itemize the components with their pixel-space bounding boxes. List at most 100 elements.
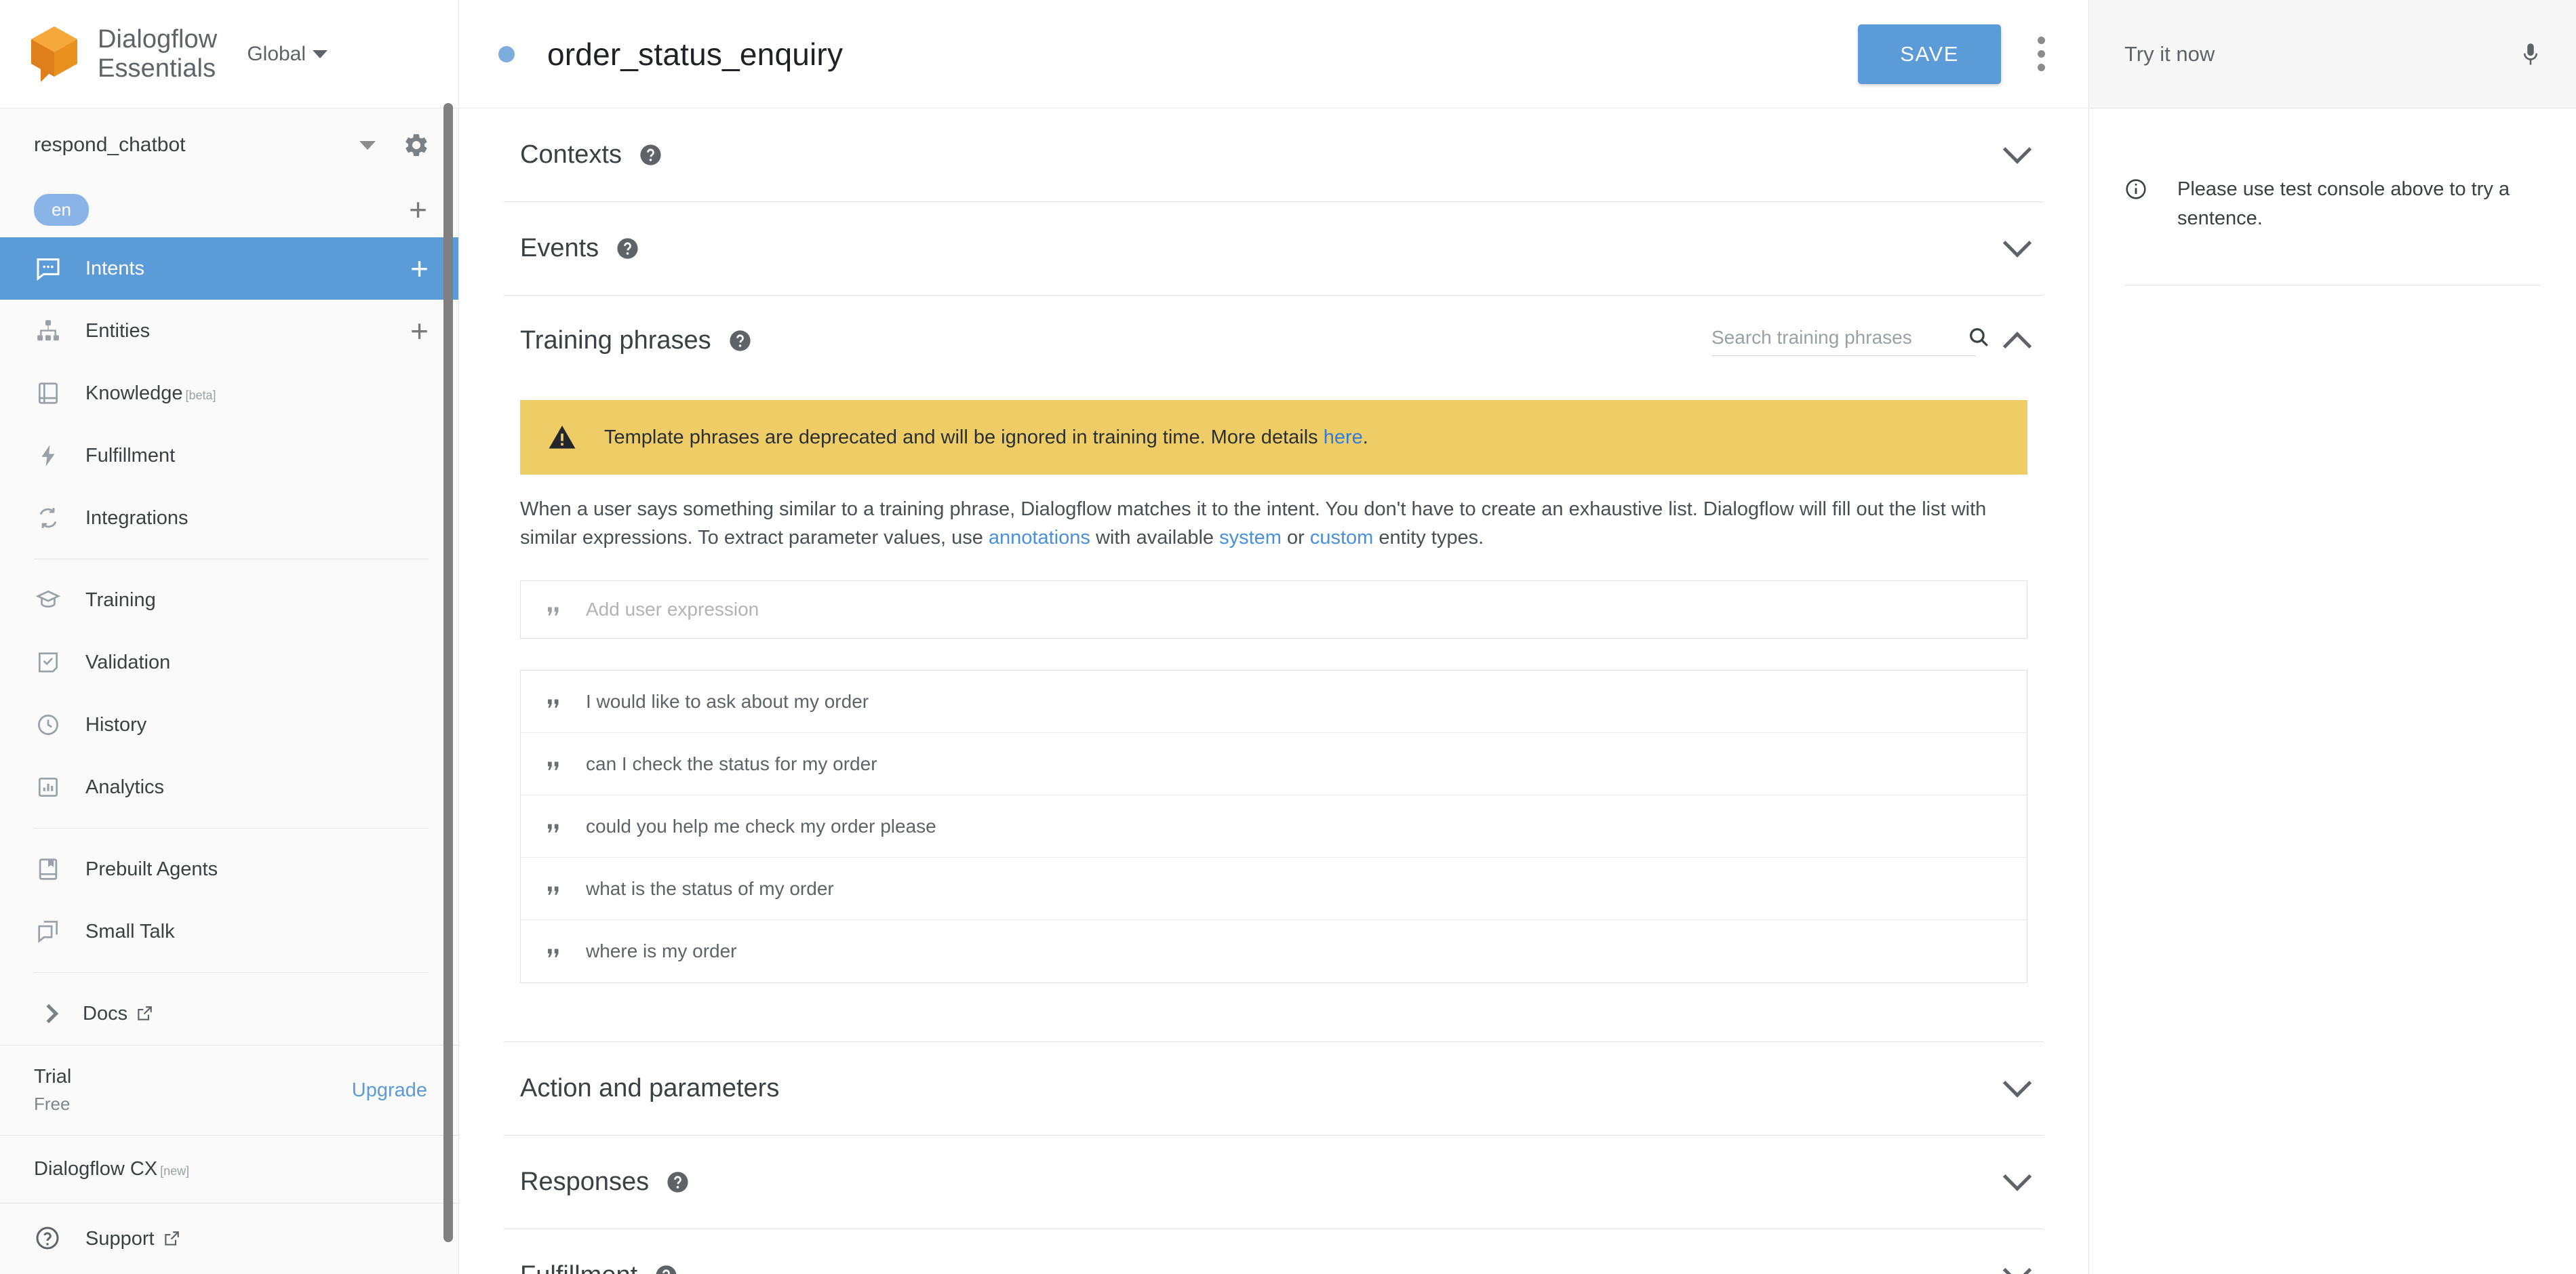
quote-icon xyxy=(544,599,566,620)
test-console-note: Please use test console above to try a s… xyxy=(2124,175,2541,233)
sidebar-item-history[interactable]: History xyxy=(0,694,458,756)
sidebar-item-analytics[interactable]: Analytics xyxy=(0,756,458,818)
gear-icon[interactable] xyxy=(403,132,430,159)
chevron-up-icon[interactable] xyxy=(2003,332,2032,360)
region-selector[interactable]: Global xyxy=(247,43,328,66)
sidebar-item-label: Knowledge xyxy=(85,382,183,405)
chevron-right-icon xyxy=(39,1004,58,1023)
sidebar-item-label: Entities xyxy=(85,320,150,342)
training-phrase-text: where is my order xyxy=(586,940,737,962)
sidebar-item-label: Integrations xyxy=(85,507,189,530)
language-chip-en[interactable]: en xyxy=(34,194,89,226)
agent-name-label: respond_chatbot xyxy=(34,134,359,157)
sidebar-item-intents[interactable]: Intents + xyxy=(0,237,458,300)
sidebar-item-label: Validation xyxy=(85,652,170,674)
table-row[interactable]: can I check the status for my order xyxy=(521,733,2027,795)
warning-triangle-icon xyxy=(547,422,577,452)
section-title: Responses xyxy=(520,1168,649,1197)
sidebar-item-fulfillment[interactable]: Fulfillment xyxy=(0,424,458,487)
sidebar-item-label: Prebuilt Agents xyxy=(85,858,218,881)
bookmark-book-icon xyxy=(34,855,62,883)
section-spacer xyxy=(504,983,2044,1041)
sidebar-item-integrations[interactable]: Integrations xyxy=(0,487,458,549)
language-bar: en + xyxy=(0,182,458,237)
external-link-icon xyxy=(136,1005,153,1022)
help-icon[interactable] xyxy=(616,237,639,260)
table-row[interactable]: I would like to ask about my order xyxy=(521,671,2027,733)
sidebar-item-label: History xyxy=(85,714,146,736)
section-responses[interactable]: Responses xyxy=(504,1135,2044,1229)
sidebar-item-label: Fulfillment xyxy=(85,445,175,467)
desc-part-2: with available xyxy=(1090,527,1219,549)
add-entity-icon[interactable]: + xyxy=(410,315,429,346)
annotations-link[interactable]: annotations xyxy=(989,527,1090,549)
training-phrase-text: could you help me check my order please xyxy=(586,816,936,837)
sidebar-item-entities[interactable]: Entities + xyxy=(0,300,458,362)
chevron-down-icon[interactable] xyxy=(2003,1162,2032,1191)
trial-title: Trial xyxy=(34,1066,352,1088)
upgrade-link[interactable]: Upgrade xyxy=(352,1079,427,1102)
table-row[interactable]: what is the status of my order xyxy=(521,858,2027,920)
sidebar-item-label: Support xyxy=(85,1228,155,1250)
try-it-now-panel: Try it now Please use test cons xyxy=(2088,0,2576,1274)
sidebar-item-label: Analytics xyxy=(85,776,164,799)
table-row[interactable]: could you help me check my order please xyxy=(521,795,2027,858)
desc-part-4: entity types. xyxy=(1373,527,1484,549)
chevron-down-icon[interactable] xyxy=(2003,1069,2032,1097)
training-phrase-text: what is the status of my order xyxy=(586,878,834,900)
chevron-down-icon[interactable] xyxy=(2003,1256,2032,1274)
sidebar-item-validation[interactable]: Validation xyxy=(0,631,458,694)
search-icon[interactable] xyxy=(1967,325,1990,349)
sidebar-item-support[interactable]: Support xyxy=(0,1203,458,1274)
intent-toolbar: order_status_enquiry SAVE xyxy=(459,0,2088,108)
try-it-now-bar[interactable]: Try it now xyxy=(2089,0,2576,108)
save-button[interactable]: SAVE xyxy=(1858,24,2001,84)
search-training-phrases xyxy=(1711,325,1976,356)
agent-selector[interactable]: respond_chatbot xyxy=(0,108,458,182)
chat-bubble-dots-icon xyxy=(34,254,62,283)
microphone-icon[interactable] xyxy=(2518,38,2543,71)
info-icon xyxy=(2124,178,2147,201)
page-title[interactable]: order_status_enquiry xyxy=(547,36,843,73)
note-text: Please use test console above to try a s… xyxy=(2177,175,2541,233)
chevron-down-icon[interactable] xyxy=(2003,135,2032,163)
deprecation-warning-banner: Template phrases are deprecated and will… xyxy=(520,400,2027,475)
sidebar-item-small-talk[interactable]: Small Talk xyxy=(0,900,458,963)
training-phrase-list: I would like to ask about my order can I… xyxy=(520,670,2027,983)
sidebar-scrollbar[interactable] xyxy=(443,103,453,1242)
sidebar-item-prebuilt-agents[interactable]: Prebuilt Agents xyxy=(0,838,458,900)
table-row[interactable]: where is my order xyxy=(521,920,2027,982)
system-entities-link[interactable]: system xyxy=(1219,527,1282,549)
section-action-and-parameters[interactable]: Action and parameters xyxy=(504,1041,2044,1135)
help-icon[interactable] xyxy=(639,144,662,166)
add-language-icon[interactable]: + xyxy=(409,194,427,225)
help-icon[interactable] xyxy=(729,330,751,352)
chevron-down-icon[interactable] xyxy=(2003,228,2032,257)
sidebar-item-dialogflow-cx[interactable]: Dialogflow CX [new] xyxy=(0,1136,458,1203)
help-icon[interactable] xyxy=(655,1265,677,1274)
section-events[interactable]: Events xyxy=(504,202,2044,296)
custom-entities-link[interactable]: custom xyxy=(1310,527,1373,549)
add-intent-icon[interactable]: + xyxy=(410,253,429,284)
sidebar-item-docs[interactable]: Docs xyxy=(0,982,458,1045)
training-description: When a user says something similar to a … xyxy=(520,495,1998,552)
intent-status-dot xyxy=(498,46,515,62)
sidebar-divider-3 xyxy=(34,972,429,973)
try-it-now-input[interactable]: Try it now xyxy=(2124,42,2518,66)
warning-details-link[interactable]: here xyxy=(1324,426,1363,448)
sidebar-item-knowledge[interactable]: Knowledge [beta] xyxy=(0,362,458,424)
section-training-phrases: Training phrases xyxy=(504,296,2044,385)
more-options-icon[interactable] xyxy=(2032,31,2050,77)
brand-header: Dialogflow Essentials Global xyxy=(0,0,458,108)
sidebar-item-training[interactable]: Training xyxy=(0,569,458,631)
section-fulfillment[interactable]: Fulfillment xyxy=(504,1229,2044,1274)
section-contexts[interactable]: Contexts xyxy=(504,108,2044,202)
warning-text-after: . xyxy=(1363,426,1368,448)
chevron-down-icon[interactable] xyxy=(359,141,376,150)
brand-line-2: Essentials xyxy=(98,54,217,83)
quote-icon xyxy=(544,691,566,713)
training-phrase-text: can I check the status for my order xyxy=(586,753,877,775)
search-input[interactable] xyxy=(1711,327,1956,349)
add-user-expression-row[interactable]: Add user expression xyxy=(520,580,2027,639)
help-icon[interactable] xyxy=(667,1171,689,1193)
